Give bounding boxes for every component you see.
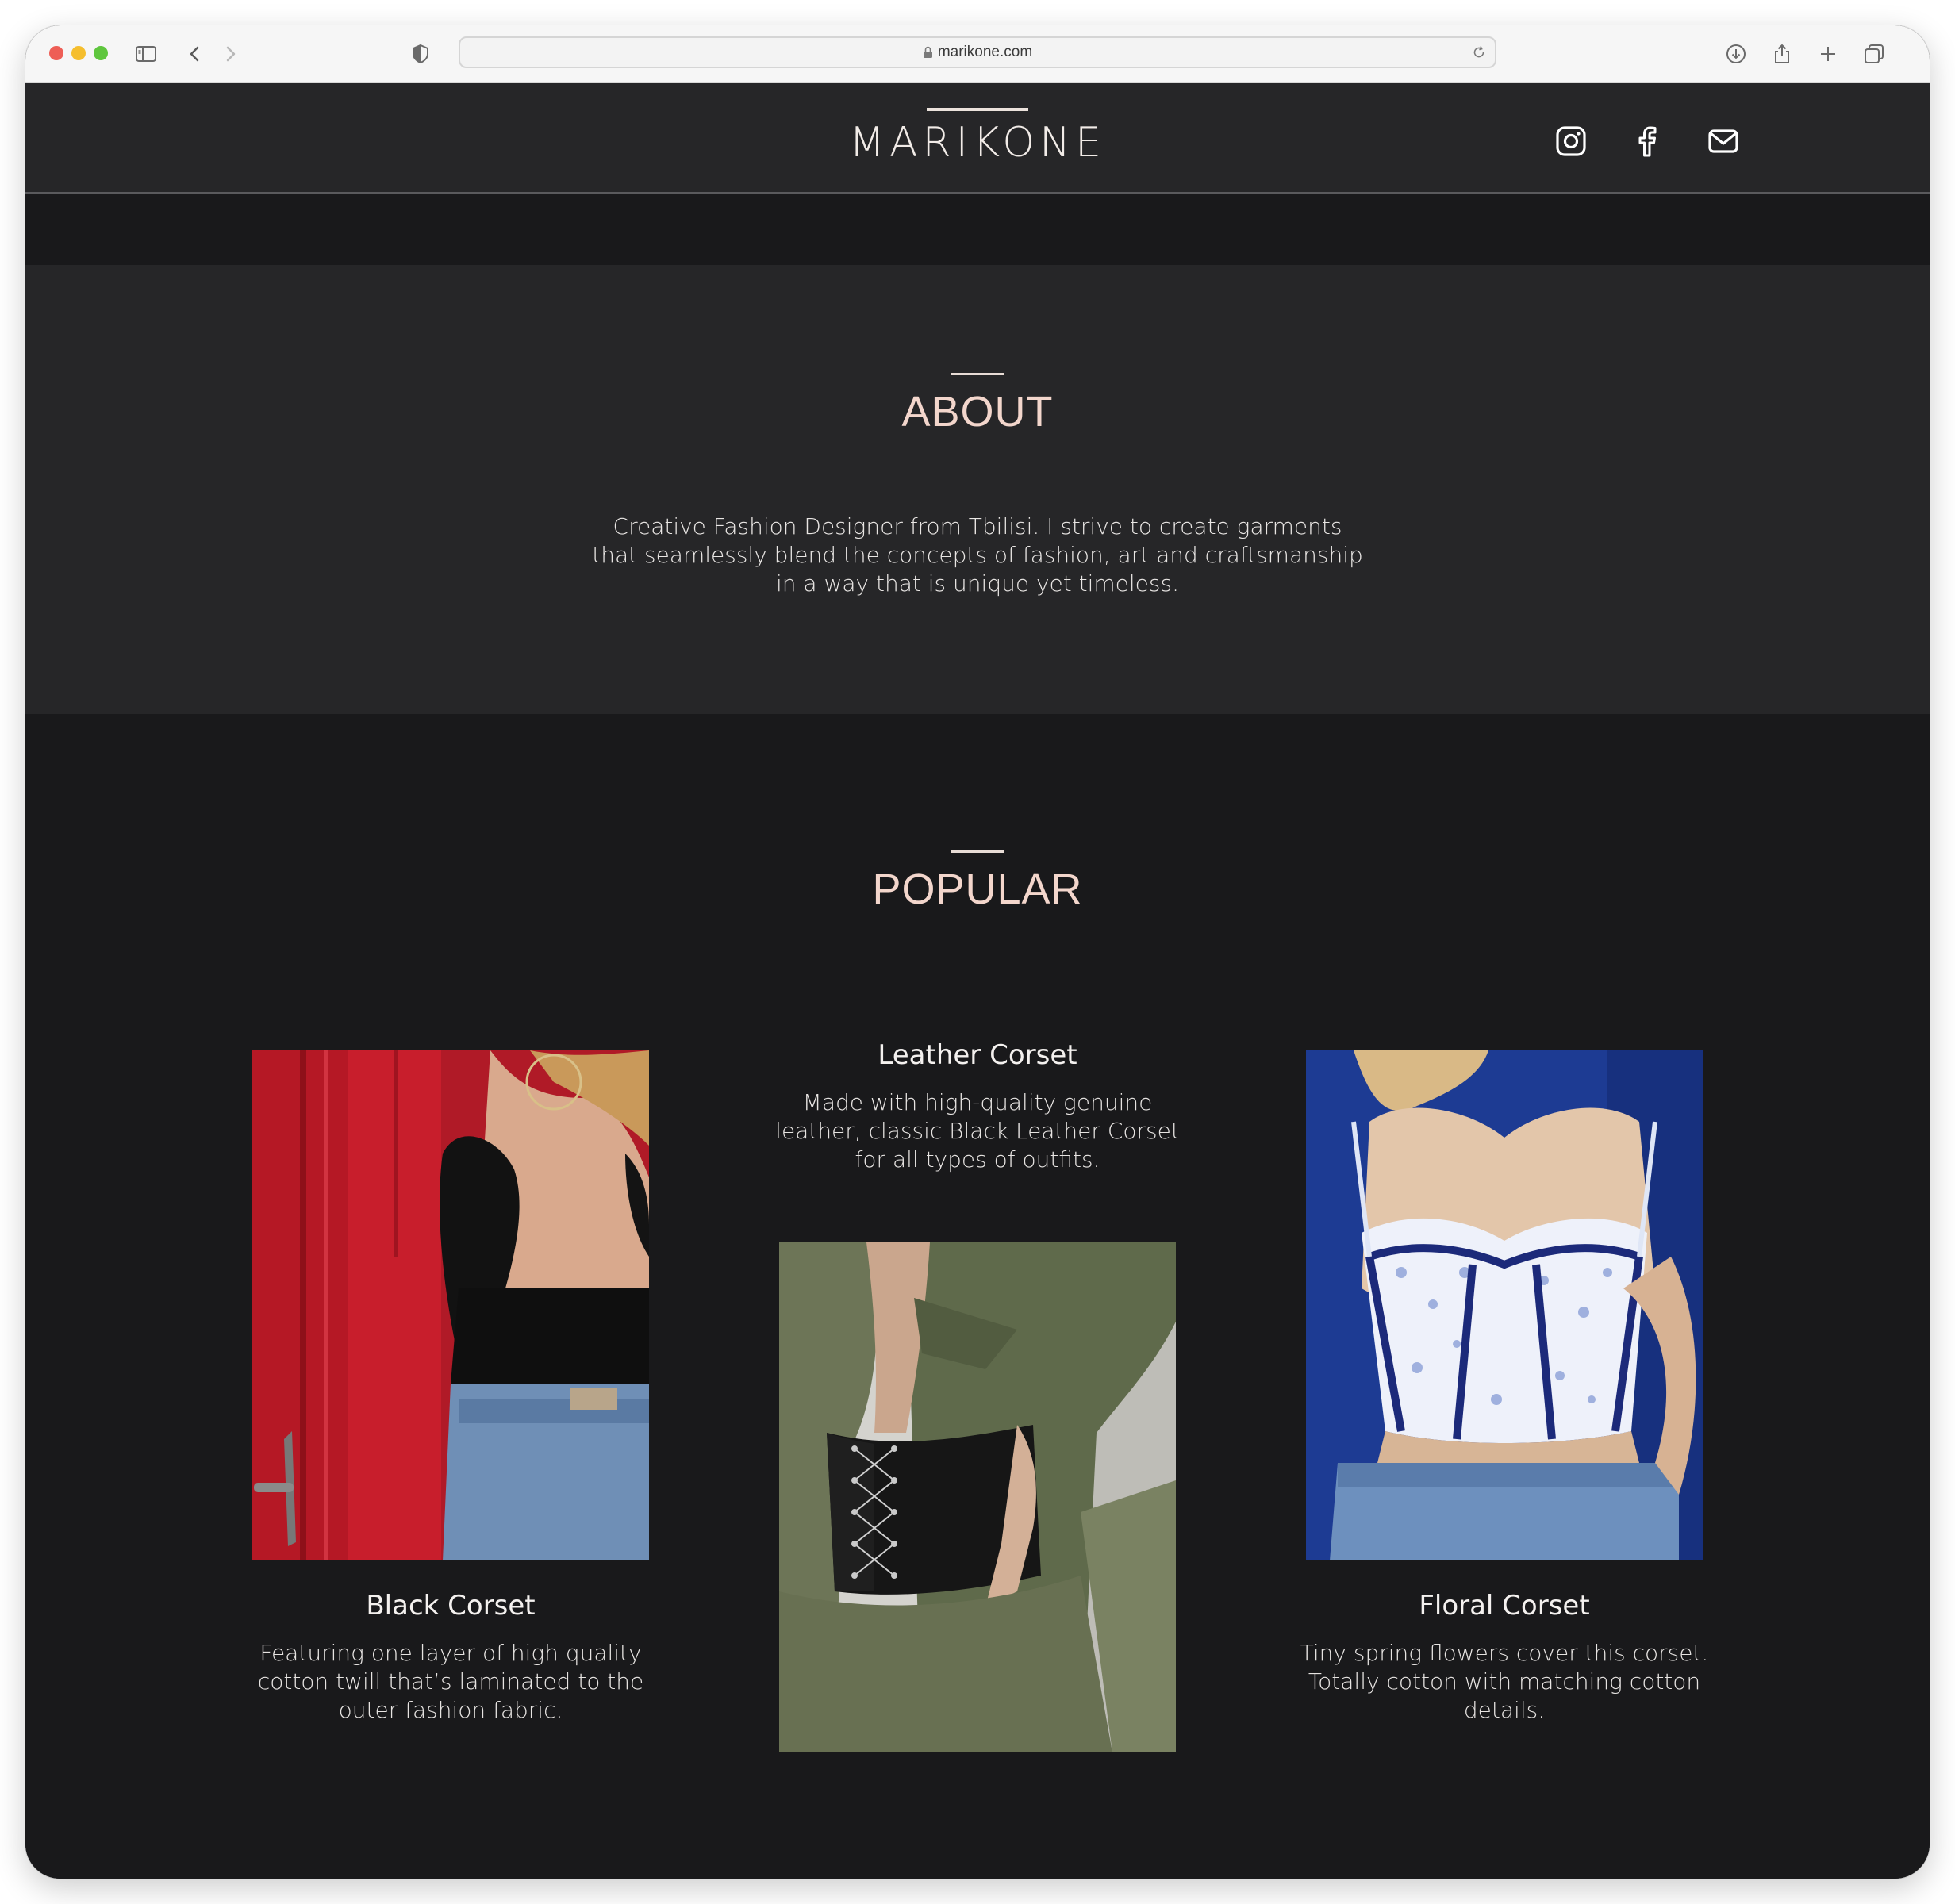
browser-window: marikone.com MARIKONE ABOUT Creative Fas… [25, 25, 1930, 1879]
popular-title-rule [951, 850, 1004, 853]
mail-icon[interactable] [1706, 124, 1741, 159]
product-desc: Made with high-quality genuine leather, … [755, 1088, 1200, 1174]
popular-title: POPULAR [872, 866, 1083, 913]
about-text-line: Creative Fashion Designer from Tbilisi. … [613, 513, 1342, 539]
sidebar-icon[interactable] [132, 40, 160, 68]
black-corset-image[interactable] [252, 1050, 649, 1560]
download-icon[interactable] [1722, 40, 1750, 68]
zoom-window-button[interactable] [94, 46, 108, 60]
product-name[interactable]: Leather Corset [755, 1039, 1200, 1071]
site-logo[interactable]: MARIKONE [819, 119, 1136, 167]
forward-icon[interactable] [216, 40, 244, 68]
reload-icon[interactable] [1471, 44, 1487, 60]
product-desc: Featuring one layer of high quality cott… [229, 1639, 673, 1725]
product-desc-line: Tiny spring flowers cover this corset. [1300, 1640, 1709, 1666]
product-desc-line: Featuring one layer of high quality [259, 1640, 642, 1666]
about-text-line: in a way that is unique yet timeless. [776, 570, 1179, 597]
logo-rule [927, 108, 1028, 111]
product-desc: Tiny spring flowers cover this corset. T… [1282, 1639, 1726, 1725]
about-text-line: that seamlessly blend the concepts of fa… [592, 542, 1363, 568]
floral-corset-image[interactable] [1306, 1050, 1703, 1560]
site-header: MARIKONE [25, 83, 1930, 194]
instagram-icon[interactable] [1554, 124, 1588, 159]
back-icon[interactable] [181, 40, 209, 68]
popular-section: POPULAR Black Corset Featuring one layer… [25, 714, 1930, 1879]
product-name[interactable]: Black Corset [229, 1590, 673, 1622]
tabs-overview-icon[interactable] [1860, 40, 1888, 68]
minimize-window-button[interactable] [71, 46, 86, 60]
lock-icon [923, 46, 932, 58]
new-tab-icon[interactable] [1814, 40, 1842, 68]
header-spacer [25, 194, 1930, 265]
shield-icon[interactable] [406, 40, 435, 68]
product-desc-line: details. [1463, 1697, 1546, 1723]
product-desc-line: cotton twill that’s laminated to the [257, 1668, 644, 1695]
address-bar[interactable]: marikone.com [459, 36, 1496, 68]
leather-corset-image[interactable] [779, 1242, 1176, 1752]
about-title-rule [951, 373, 1004, 375]
product-name[interactable]: Floral Corset [1282, 1590, 1726, 1622]
product-desc-line: for all types of outfits. [855, 1146, 1100, 1173]
product-desc-line: Made with high-quality genuine [802, 1089, 1153, 1115]
product-desc-line: leather, classic Black Leather Corset [775, 1118, 1180, 1144]
url-text: marikone.com [937, 44, 1033, 60]
product-desc-line: outer fashion fabric. [338, 1697, 563, 1723]
about-title: ABOUT [901, 388, 1054, 436]
close-window-button[interactable] [49, 46, 63, 60]
about-section: ABOUT Creative Fashion Designer from Tbi… [25, 265, 1930, 714]
product-desc-line: Totally cotton with matching cotton [1308, 1668, 1701, 1695]
share-icon[interactable] [1768, 40, 1796, 68]
facebook-icon[interactable] [1630, 124, 1665, 159]
browser-toolbar: marikone.com [25, 25, 1930, 83]
about-text: Creative Fashion Designer from Tbilisi. … [581, 512, 1374, 598]
